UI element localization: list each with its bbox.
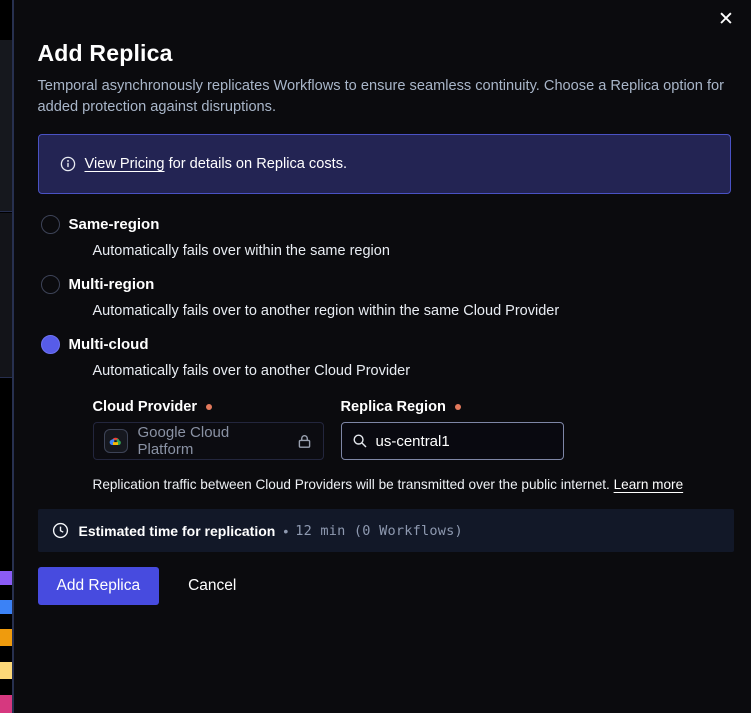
learn-more-link[interactable]: Learn more — [614, 477, 684, 492]
pricing-info-banner: View Pricing for details on Replica cost… — [38, 134, 731, 194]
estimate-separator: • — [283, 523, 288, 539]
option-description: Automatically fails over to another Clou… — [93, 363, 732, 379]
option-label: Same-region — [69, 216, 160, 233]
background-stripe — [0, 695, 12, 713]
field-label-text: Cloud Provider — [93, 399, 198, 415]
background-stripe — [0, 662, 12, 679]
field-label-text: Replica Region — [341, 399, 446, 415]
clock-icon — [52, 522, 69, 539]
background-panel — [0, 213, 12, 378]
gcp-logo-icon — [104, 429, 128, 453]
background-page-edge — [0, 0, 12, 713]
option-description: Automatically fails over to another regi… — [93, 303, 732, 319]
modal-title: Add Replica — [38, 40, 732, 67]
option-description: Automatically fails over within the same… — [93, 243, 732, 259]
option-same-region: Same-region Automatically fails over wit… — [38, 215, 732, 259]
option-multi-region: Multi-region Automatically fails over to… — [38, 275, 732, 319]
modal-description: Temporal asynchronously replicates Workf… — [38, 76, 728, 117]
background-panel — [0, 40, 12, 212]
background-stripe — [0, 629, 12, 646]
replica-region-search[interactable] — [341, 422, 564, 460]
pricing-banner-text: for details on Replica costs. — [169, 156, 347, 172]
public-internet-note: Replication traffic between Cloud Provid… — [93, 477, 732, 492]
estimate-label: Estimated time for replication — [79, 523, 276, 539]
background-stripe — [0, 571, 12, 585]
modal-actions: Add Replica Cancel — [38, 567, 732, 605]
view-pricing-link[interactable]: View Pricing — [85, 156, 165, 172]
cloud-provider-label: Cloud Provider — [93, 399, 324, 415]
radio-same-region[interactable] — [41, 215, 60, 234]
radio-multi-cloud[interactable] — [41, 335, 60, 354]
estimate-value: 12 min (0 Workflows) — [295, 523, 463, 539]
cloud-provider-value: Google Cloud Platform — [138, 424, 286, 458]
info-icon — [60, 156, 76, 172]
search-icon — [352, 433, 368, 449]
required-dot — [206, 404, 212, 410]
note-text: Replication traffic between Cloud Provid… — [93, 477, 610, 492]
estimated-time-banner: Estimated time for replication • 12 min … — [38, 509, 734, 552]
add-replica-modal: ✕ Add Replica Temporal asynchronously re… — [14, 0, 751, 713]
required-dot — [455, 404, 461, 410]
cloud-provider-select: Google Cloud Platform — [93, 422, 324, 460]
screen: ✕ Add Replica Temporal asynchronously re… — [0, 0, 751, 713]
add-replica-button[interactable]: Add Replica — [38, 567, 160, 605]
option-label: Multi-cloud — [69, 336, 149, 353]
background-stripe — [0, 600, 12, 614]
cancel-button[interactable]: Cancel — [188, 577, 236, 595]
lock-icon — [296, 433, 313, 450]
radio-multi-region[interactable] — [41, 275, 60, 294]
replica-region-input[interactable] — [376, 433, 536, 450]
replica-region-label: Replica Region — [341, 399, 564, 415]
close-icon[interactable]: ✕ — [713, 6, 739, 32]
option-label: Multi-region — [69, 276, 155, 293]
option-multi-cloud: Multi-cloud Automatically fails over to … — [38, 335, 732, 492]
multi-cloud-fields: Cloud Provider — [93, 399, 732, 460]
